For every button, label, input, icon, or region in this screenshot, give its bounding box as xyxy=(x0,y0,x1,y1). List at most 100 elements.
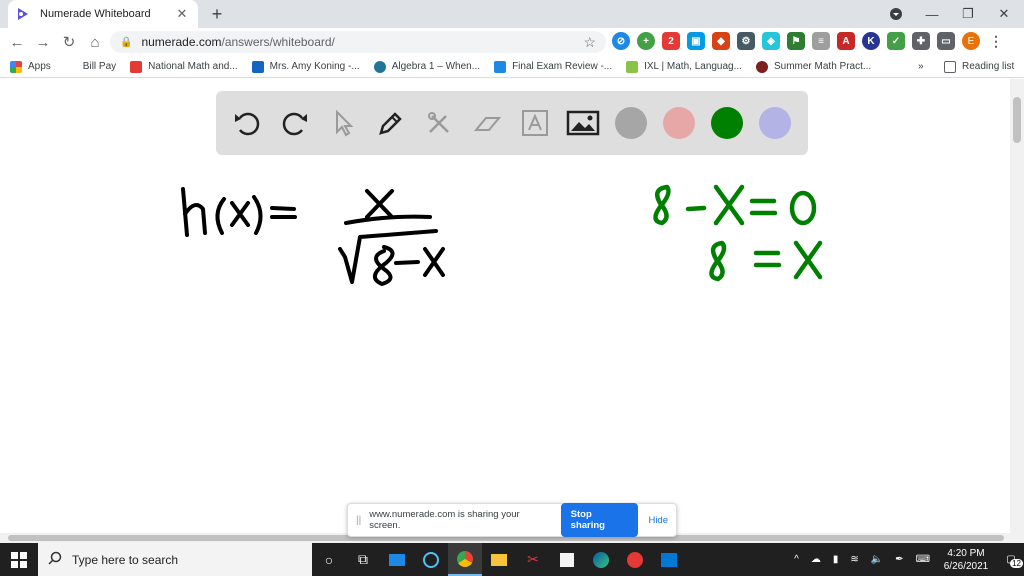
address-bar[interactable]: 🔒 numerade.com/answers/whiteboard/ ☆ xyxy=(110,31,606,53)
bookmark-favicon xyxy=(130,60,143,73)
bookmark-favicon xyxy=(251,60,264,73)
taskbar-search-box[interactable]: Type here to search xyxy=(38,543,312,576)
pdf-icon[interactable]: A xyxy=(837,32,855,50)
chrome-menu-icon[interactable] xyxy=(878,0,914,28)
close-window-button[interactable]: ✕ xyxy=(986,0,1022,28)
kami-icon[interactable]: K xyxy=(862,32,880,50)
clock[interactable]: 4:20 PM 6/26/2021 xyxy=(934,547,998,573)
pen-workspace-icon[interactable]: ✒ xyxy=(895,554,903,565)
cast-icon[interactable]: ▭ xyxy=(937,32,955,50)
snip-tool-icon[interactable]: ✂ xyxy=(516,543,550,576)
system-tray: ^ ☁ ▮ ≋ 🔈 ✒ ⌨ 4:20 PM 6/26/2021 ▢12 xyxy=(794,543,1024,576)
volume-icon[interactable]: 🔈 xyxy=(871,554,883,565)
file-explorer-icon[interactable] xyxy=(482,543,516,576)
windows-start-button[interactable] xyxy=(0,543,38,576)
reading-list-button[interactable]: Reading list xyxy=(944,60,1014,73)
notifications-icon[interactable]: ▢12 xyxy=(998,554,1024,568)
undo-icon[interactable] xyxy=(230,106,264,140)
ixl-icon xyxy=(626,60,639,73)
edge-icon[interactable] xyxy=(584,543,618,576)
pen-icon[interactable] xyxy=(374,106,408,140)
extensions-area: ⊘ + 2 ▣ ◆ ⚙ ◈ ⚑ ≡ A K ✓ ✚ ▭ E ⋮ xyxy=(612,32,1005,50)
image-icon[interactable] xyxy=(566,106,600,140)
stop-sharing-button[interactable]: Stop sharing xyxy=(560,503,639,537)
lock-icon[interactable]: 🔒 xyxy=(120,37,132,48)
extension-badge-icon[interactable]: 2 xyxy=(662,32,680,50)
redo-icon[interactable] xyxy=(278,106,312,140)
bookmark-item[interactable]: Algebra 1 – When... xyxy=(373,60,480,73)
extension-flag-icon[interactable]: ⚑ xyxy=(787,32,805,50)
tools-icon[interactable] xyxy=(422,106,456,140)
media-app-icon[interactable] xyxy=(414,543,448,576)
extension-icon[interactable]: ⊘ xyxy=(612,32,630,50)
screencastify-icon[interactable]: ▣ xyxy=(687,32,705,50)
minimize-button[interactable]: — xyxy=(914,0,950,28)
home-button[interactable]: ⌂ xyxy=(82,29,108,55)
store-icon[interactable] xyxy=(550,543,584,576)
close-tab-icon[interactable]: ✕ xyxy=(174,6,190,22)
task-view-icon[interactable]: ⧉ xyxy=(346,543,380,576)
reading-list-icon xyxy=(944,60,956,73)
browser-toolbar: ← → ↻ ⌂ 🔒 numerade.com/answers/whiteboar… xyxy=(0,28,1024,56)
vertical-scrollbar[interactable] xyxy=(1010,79,1024,533)
search-placeholder: Type here to search xyxy=(72,552,179,567)
profile-avatar[interactable]: E xyxy=(962,32,980,50)
hide-button[interactable]: Hide xyxy=(648,515,668,526)
apps-grid-icon xyxy=(10,60,22,73)
bookmark-star-icon[interactable]: ☆ xyxy=(583,34,596,51)
forward-button[interactable]: → xyxy=(30,29,56,55)
check-icon[interactable]: ✓ xyxy=(887,32,905,50)
outlook-icon[interactable] xyxy=(652,543,686,576)
bookmark-item[interactable]: Final Exam Review -... xyxy=(494,60,612,73)
color-swatch-gray[interactable] xyxy=(614,106,648,140)
extension-bookmark-icon[interactable]: ◆ xyxy=(712,32,730,50)
new-tab-button[interactable]: + xyxy=(206,3,228,25)
color-swatch-lavender[interactable] xyxy=(758,106,792,140)
bookmark-item[interactable]: IXL | Math, Languag... xyxy=(626,60,742,73)
photos-app-icon[interactable] xyxy=(380,543,414,576)
puzzle-icon[interactable]: ✚ xyxy=(912,32,930,50)
extension-diamond-icon[interactable]: ◈ xyxy=(762,32,780,50)
color-swatch-pink[interactable] xyxy=(662,106,696,140)
restore-button[interactable]: ❐ xyxy=(950,0,986,28)
red-app-icon[interactable] xyxy=(618,543,652,576)
bookmark-favicon xyxy=(755,60,768,73)
chrome-taskbar-icon[interactable] xyxy=(448,543,482,576)
windows-logo-icon xyxy=(11,551,27,568)
bookmark-favicon xyxy=(494,60,507,73)
back-button[interactable]: ← xyxy=(4,29,30,55)
text-tool-icon[interactable] xyxy=(518,106,552,140)
share-message: www.numerade.com is sharing your screen. xyxy=(369,509,520,531)
extension-lines-icon[interactable]: ≡ xyxy=(812,32,830,50)
whiteboard-canvas[interactable] xyxy=(0,159,1010,533)
handwritten-equation-left xyxy=(181,187,445,286)
bookmark-item[interactable]: Mrs. Amy Koning -... xyxy=(251,60,360,73)
bookmark-item[interactable]: National Math and... xyxy=(130,60,238,73)
extension-gear-icon[interactable]: ⚙ xyxy=(737,32,755,50)
chevron-up-icon[interactable]: ^ xyxy=(794,554,799,565)
bookmark-item[interactable]: Bill Pay xyxy=(83,61,116,72)
tab-title: Numerade Whiteboard xyxy=(40,8,151,20)
tab-numerade[interactable]: Numerade Whiteboard ✕ xyxy=(8,0,198,28)
wifi-icon[interactable]: ≋ xyxy=(850,554,858,565)
color-swatch-green[interactable] xyxy=(710,106,744,140)
eraser-icon[interactable] xyxy=(470,106,504,140)
cortana-icon[interactable]: ○ xyxy=(312,543,346,576)
whiteboard-page xyxy=(0,79,1010,533)
search-icon xyxy=(48,551,62,568)
usb-icon[interactable]: ▮ xyxy=(833,554,839,565)
whiteboard-toolbar xyxy=(216,91,808,155)
bookmark-apps[interactable]: Apps xyxy=(10,60,51,73)
more-bookmarks-button[interactable]: » xyxy=(918,61,924,72)
bookmarks-bar: Apps Bill Pay National Math and... Mrs. … xyxy=(0,56,1024,78)
screen-share-banner: || www.numerade.com is sharing your scre… xyxy=(347,503,677,537)
pointer-icon[interactable] xyxy=(326,106,360,140)
extension-plus-icon[interactable]: + xyxy=(637,32,655,50)
reload-button[interactable]: ↻ xyxy=(56,29,82,55)
numerade-icon xyxy=(16,7,30,21)
menu-dots-icon[interactable]: ⋮ xyxy=(987,32,1005,50)
onedrive-icon[interactable]: ☁ xyxy=(811,554,821,565)
drag-handle-icon[interactable]: || xyxy=(356,515,361,526)
keyboard-icon[interactable]: ⌨ xyxy=(916,554,930,565)
bookmark-item[interactable]: Summer Math Pract... xyxy=(755,60,871,73)
